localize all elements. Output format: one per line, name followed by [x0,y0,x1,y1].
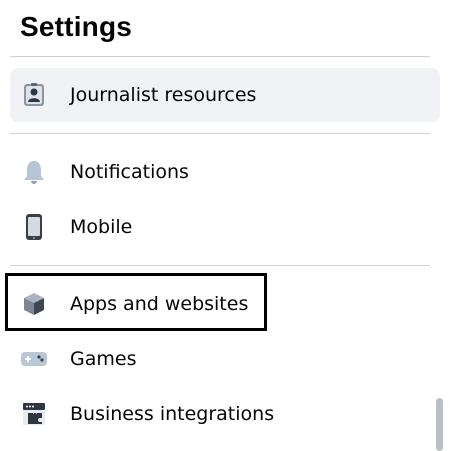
id-badge-icon [20,81,48,109]
menu-item-label: Business integrations [70,403,275,425]
menu-item-label: Mobile [70,216,133,238]
menu-item-label: Journalist resources [70,84,257,106]
menu-item-label: Apps and websites [70,293,249,315]
menu-item-notifications[interactable]: Notifications [10,145,440,199]
gamepad-icon [20,345,48,373]
cube-icon [20,290,48,318]
scrollbar-thumb[interactable] [436,398,443,451]
puzzle-piece-icon [20,400,48,428]
divider [10,56,430,57]
menu-item-label: Games [70,348,137,370]
bell-icon [20,158,48,186]
divider [10,133,430,134]
menu-item-mobile[interactable]: Mobile [10,200,440,254]
phone-icon [20,213,48,241]
divider [10,265,430,266]
menu-item-journalist-resources[interactable]: Journalist resources [10,68,440,122]
menu-item-games[interactable]: Games [10,332,440,386]
page-title: Settings [20,11,133,42]
menu-item-business-integrations[interactable]: Business integrations [10,387,440,441]
menu-item-apps-and-websites[interactable]: Apps and websites [10,277,440,331]
menu-item-label: Notifications [70,161,189,183]
